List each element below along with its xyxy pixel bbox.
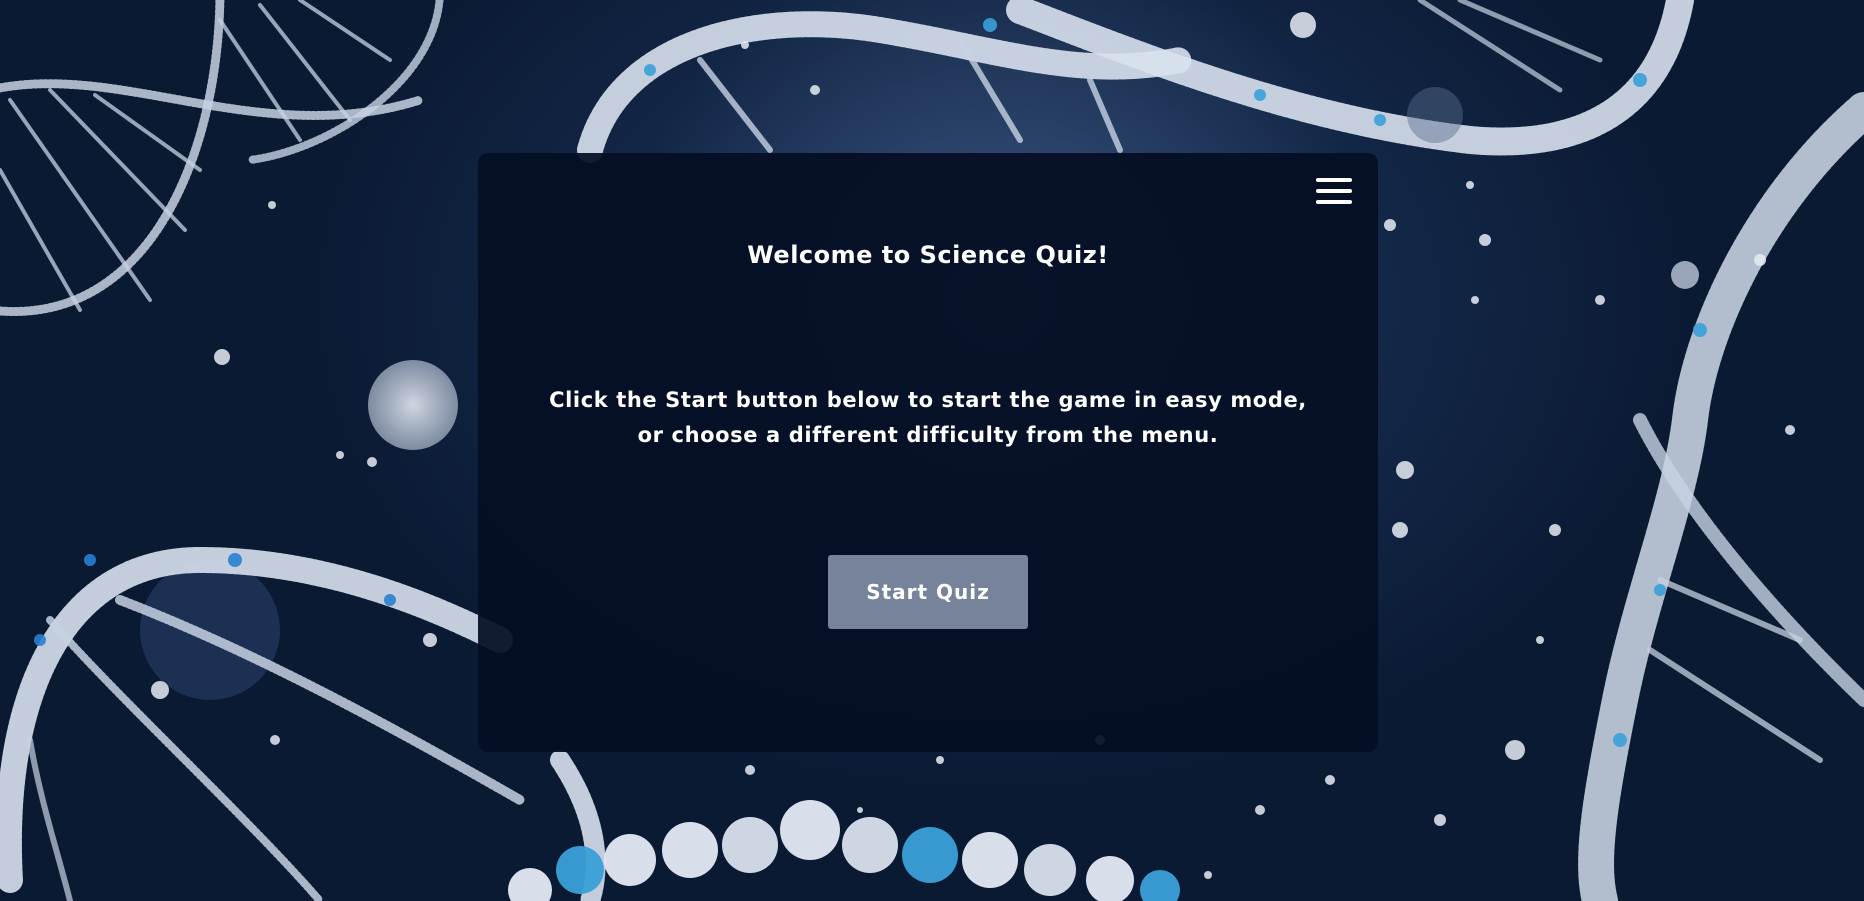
page-title: Welcome to Science Quiz! [747, 241, 1109, 269]
quiz-welcome-card: Welcome to Science Quiz! Click the Start… [478, 153, 1378, 752]
start-quiz-button[interactable]: Start Quiz [828, 555, 1028, 629]
instructions-line-1: Click the Start button below to start th… [549, 388, 1307, 412]
menu-bar-bottom [1316, 200, 1352, 204]
instructions-text: Click the Start button below to start th… [538, 383, 1318, 453]
instructions-line-2: or choose a different difficulty from th… [637, 423, 1219, 447]
menu-bar-top [1316, 178, 1352, 182]
hamburger-menu-icon[interactable] [1316, 177, 1352, 207]
menu-bar-middle [1316, 189, 1352, 193]
